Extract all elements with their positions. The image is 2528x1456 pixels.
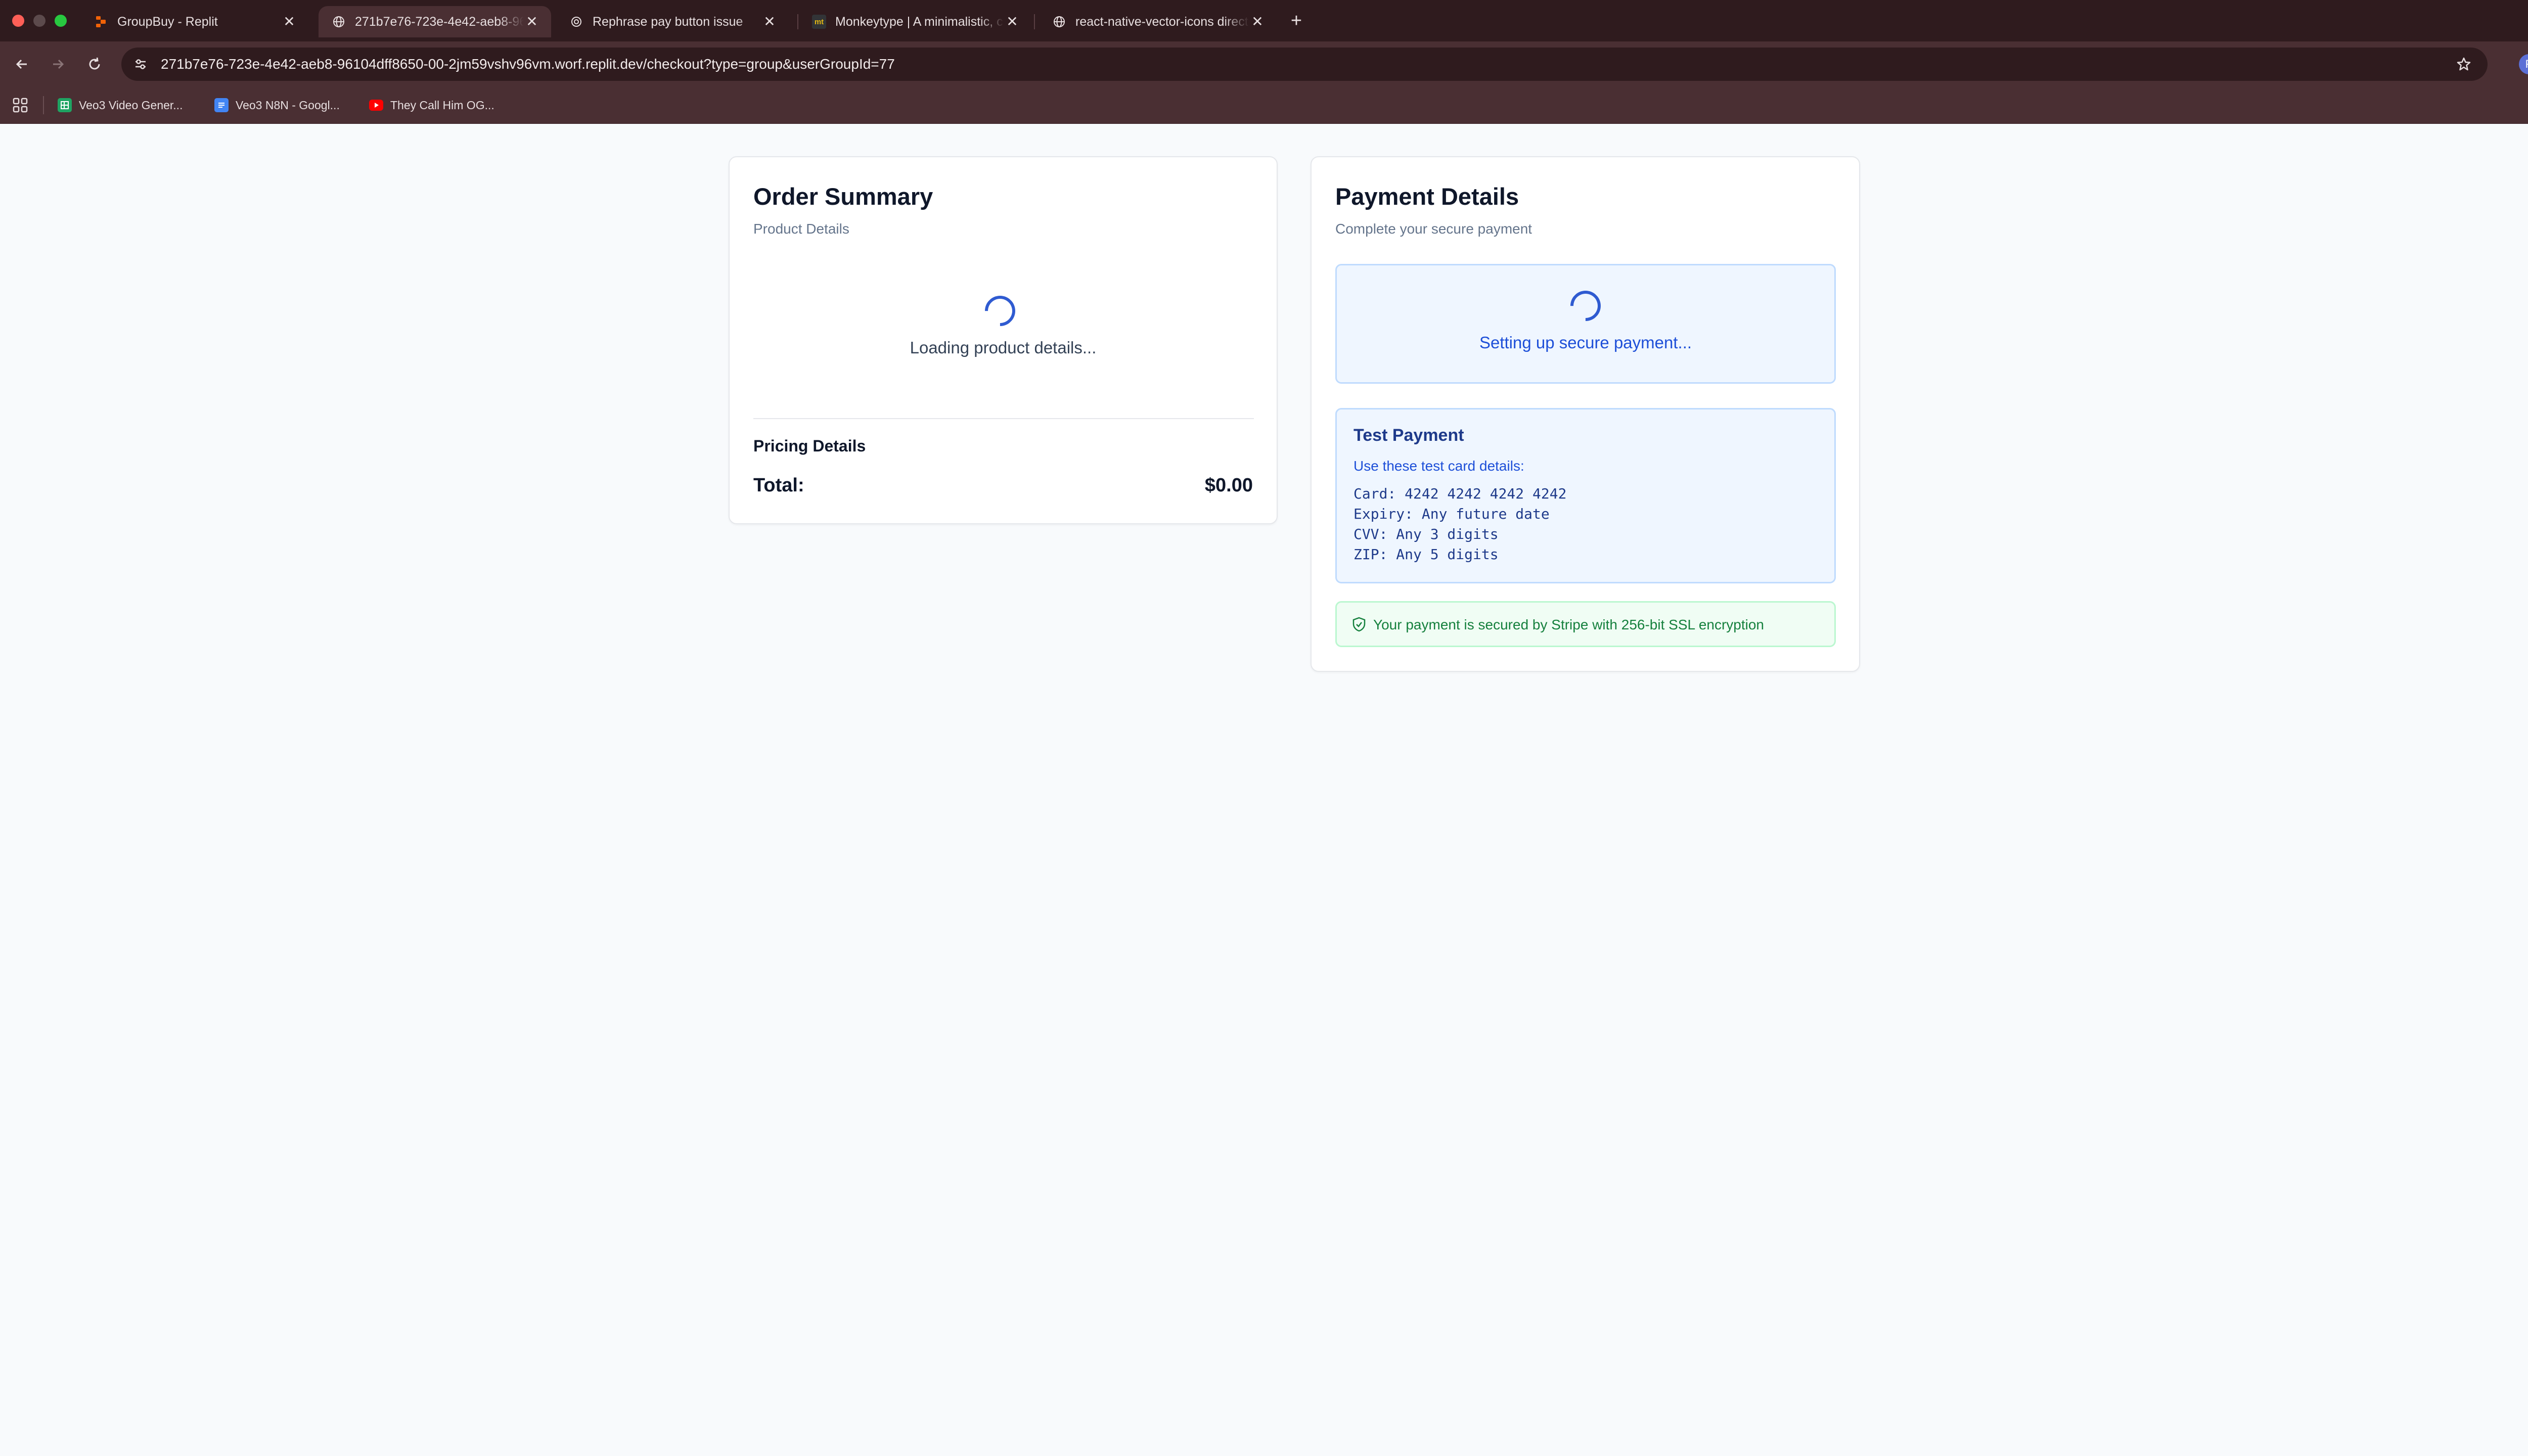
tab-monkeytype[interactable]: mt Monkeytype | A minimalistic, customiz… bbox=[799, 6, 1031, 37]
test-payment-info: Test Payment Use these test card details… bbox=[1335, 408, 1836, 583]
test-card-zip: ZIP: Any 5 digits bbox=[1353, 546, 1499, 563]
tab-strip: GroupBuy - Replit ✕ 271b7e76-723e-4e42-a… bbox=[0, 0, 2528, 41]
url-text: 271b7e76-723e-4e42-aeb8-96104dff8650-00-… bbox=[161, 56, 895, 72]
loading-product-text: Loading product details... bbox=[910, 338, 1097, 357]
total-label: Total: bbox=[753, 475, 804, 496]
reload-icon bbox=[89, 57, 100, 70]
bookmark-veo3-video-generator[interactable]: Veo3 Video Gener... bbox=[58, 94, 183, 116]
test-card-cvv: CVV: Any 3 digits bbox=[1353, 526, 1499, 542]
tab-rephrase-pay-button[interactable]: Rephrase pay button issue ✕ bbox=[556, 6, 789, 37]
bookmark-label: They Call Him OG... bbox=[390, 98, 494, 112]
tab-title: Rephrase pay button issue bbox=[593, 14, 743, 29]
payment-details-subtitle: Complete your secure payment bbox=[1335, 221, 1532, 237]
back-button[interactable] bbox=[10, 53, 33, 76]
payment-details-title: Payment Details bbox=[1335, 183, 1519, 210]
security-notice: Your payment is secured by Stripe with 2… bbox=[1335, 601, 1836, 647]
forward-button[interactable] bbox=[47, 53, 70, 76]
security-notice-text: Your payment is secured by Stripe with 2… bbox=[1373, 617, 1765, 632]
chatgpt-icon bbox=[569, 15, 583, 29]
bookmarks-bar: Veo3 Video Gener... Veo3 N8N - Googl... … bbox=[0, 87, 2528, 124]
browser-toolbar: 271b7e76-723e-4e42-aeb8-96104dff8650-00-… bbox=[0, 41, 2528, 87]
tab-react-native-vector-icons[interactable]: react-native-vector-icons directory ✕ bbox=[1039, 6, 1277, 37]
tab-title: Monkeytype | A minimalistic, customizabl… bbox=[835, 14, 1004, 29]
globe-icon bbox=[332, 15, 346, 29]
order-summary-card: Order Summary Product Details Loading pr… bbox=[729, 156, 1278, 524]
bookmark-label: Veo3 Video Gener... bbox=[79, 98, 183, 112]
tab-separator bbox=[1034, 14, 1035, 29]
total-value: $0.00 bbox=[1204, 475, 1253, 496]
monkeytype-icon: mt bbox=[812, 15, 826, 29]
monkeytype-icon-text: mt bbox=[814, 17, 824, 26]
profile-avatar[interactable]: P bbox=[2519, 54, 2528, 74]
youtube-icon bbox=[369, 100, 383, 111]
arrow-left-icon bbox=[16, 59, 27, 69]
tab-title: GroupBuy - Replit bbox=[117, 14, 218, 29]
replit-icon bbox=[94, 15, 108, 29]
maximize-window-button[interactable] bbox=[55, 15, 67, 27]
google-sheets-icon bbox=[58, 98, 72, 112]
loading-spinner-icon bbox=[978, 289, 1022, 333]
globe-icon bbox=[1052, 15, 1066, 29]
tab-separator bbox=[797, 14, 798, 29]
tab-checkout[interactable]: 271b7e76-723e-4e42-aeb8-96104dff8650-00-… bbox=[319, 6, 551, 37]
payment-setup-status: Setting up secure payment... bbox=[1335, 264, 1836, 384]
close-tab-icon[interactable]: ✕ bbox=[761, 14, 778, 30]
test-payment-title: Test Payment bbox=[1353, 426, 1464, 445]
bookmark-veo3-n8n[interactable]: Veo3 N8N - Googl... bbox=[214, 94, 340, 116]
apps-grid-icon[interactable] bbox=[12, 97, 28, 113]
tab-title: 271b7e76-723e-4e42-aeb8-96104dff8650-00-… bbox=[355, 14, 524, 29]
test-card-number: Card: 4242 4242 4242 4242 bbox=[1353, 485, 1567, 502]
close-tab-icon[interactable]: ✕ bbox=[524, 14, 540, 30]
tab-title: react-native-vector-icons directory bbox=[1075, 14, 1249, 29]
test-payment-subtitle: Use these test card details: bbox=[1353, 458, 1524, 474]
shield-check-icon bbox=[1351, 616, 1367, 632]
bookmark-they-call-him-og[interactable]: They Call Him OG... bbox=[369, 94, 494, 116]
minimize-window-button[interactable] bbox=[33, 15, 46, 27]
reload-button[interactable] bbox=[83, 53, 106, 76]
bookmark-star-icon[interactable] bbox=[2454, 55, 2473, 74]
tab-groupbuy-replit[interactable]: GroupBuy - Replit ✕ bbox=[81, 6, 308, 37]
address-bar[interactable]: 271b7e76-723e-4e42-aeb8-96104dff8650-00-… bbox=[121, 48, 2488, 81]
new-tab-button[interactable]: + bbox=[1284, 9, 1308, 33]
close-tab-icon[interactable]: ✕ bbox=[281, 14, 297, 30]
bookmark-label: Veo3 N8N - Googl... bbox=[236, 98, 340, 112]
divider bbox=[753, 418, 1254, 419]
product-details-subtitle: Product Details bbox=[753, 221, 849, 237]
close-window-button[interactable] bbox=[12, 15, 24, 27]
close-tab-icon[interactable]: ✕ bbox=[1249, 14, 1266, 30]
pricing-details-title: Pricing Details bbox=[753, 437, 866, 455]
site-info-icon[interactable] bbox=[130, 54, 151, 74]
bookmarks-separator bbox=[43, 96, 44, 114]
setup-payment-text: Setting up secure payment... bbox=[1479, 333, 1692, 352]
payment-details-card: Payment Details Complete your secure pay… bbox=[1311, 156, 1860, 672]
google-docs-icon bbox=[214, 98, 229, 112]
order-summary-title: Order Summary bbox=[753, 183, 933, 210]
loading-spinner-icon bbox=[1564, 284, 1607, 328]
arrow-right-icon bbox=[53, 59, 64, 69]
test-card-expiry: Expiry: Any future date bbox=[1353, 506, 1550, 522]
close-tab-icon[interactable]: ✕ bbox=[1004, 14, 1020, 30]
